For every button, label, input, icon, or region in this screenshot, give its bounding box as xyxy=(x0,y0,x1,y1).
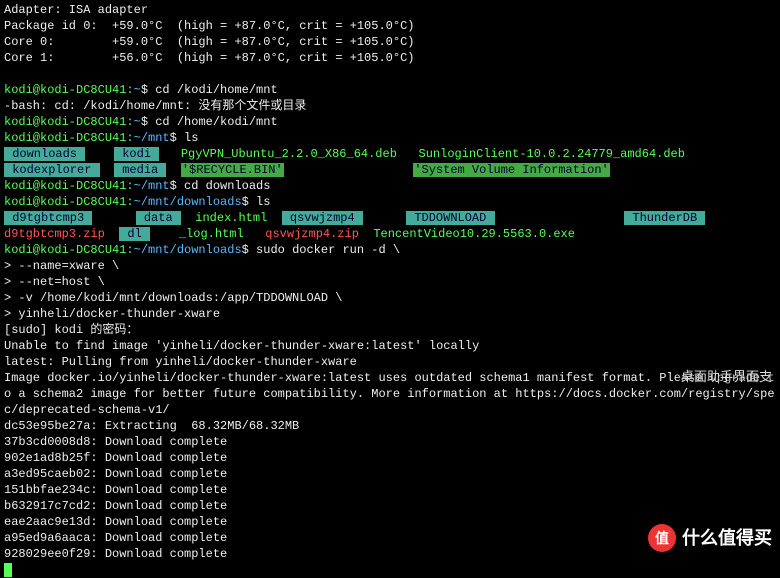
cursor-icon xyxy=(4,563,12,577)
prompt-ls-downloads: kodi@kodi-DC8CU41:~/mnt/downloads$ ls xyxy=(4,194,776,210)
ls-downloads-row1: d9tgbtcmp3 data index.html qsvwjzmp4 TDD… xyxy=(4,210,776,226)
ls-mnt-row2: kodexplorer media '$RECYCLE.BIN' 'System… xyxy=(4,162,776,178)
watermark-icon: 值 xyxy=(648,524,676,552)
pull-extract: dc53e95be27a: Extracting 68.32MB/68.32MB xyxy=(4,418,776,434)
cursor-line[interactable] xyxy=(4,562,776,578)
blank-line xyxy=(4,66,776,82)
pull-layer-5: b632917c7cd2: Download complete xyxy=(4,498,776,514)
watermark-text: 什么值得买 xyxy=(682,530,772,546)
desktop-notification: 桌面助手界面支 xyxy=(679,368,774,386)
docker-arg-name: > --name=xware \ xyxy=(4,258,776,274)
pull-msg-2: latest: Pulling from yinheli/docker-thun… xyxy=(4,354,776,370)
sensor-adapter: Adapter: ISA adapter xyxy=(4,2,776,18)
prompt-ls-mnt: kodi@kodi-DC8CU41:~/mnt$ ls xyxy=(4,130,776,146)
pull-layer-4: 151bbfae234c: Download complete xyxy=(4,482,776,498)
pull-layer-1: 37b3cd0008d8: Download complete xyxy=(4,434,776,450)
prompt-cd-downloads: kodi@kodi-DC8CU41:~/mnt$ cd downloads xyxy=(4,178,776,194)
prompt-cd-home: kodi@kodi-DC8CU41:~$ cd /home/kodi/mnt xyxy=(4,114,776,130)
sensor-core0: Core 0: +59.0°C (high = +87.0°C, crit = … xyxy=(4,34,776,50)
prompt-cd-kodi: kodi@kodi-DC8CU41:~$ cd /kodi/home/mnt xyxy=(4,82,776,98)
error-no-dir: -bash: cd: /kodi/home/mnt: 没有那个文件或目录 xyxy=(4,98,776,114)
docker-arg-image: > yinheli/docker-thunder-xware xyxy=(4,306,776,322)
ls-downloads-row2: d9tgbtcmp3.zip dl _log.html qsvwjzmp4.zi… xyxy=(4,226,776,242)
docker-arg-vol: > -v /home/kodi/mnt/downloads:/app/TDDOW… xyxy=(4,290,776,306)
pull-msg-5: c/deprecated-schema-v1/ xyxy=(4,402,776,418)
pull-msg-4: o a schema2 image for better future comp… xyxy=(4,386,776,402)
sudo-password: [sudo] kodi 的密码： xyxy=(4,322,776,338)
pull-msg-3: Image docker.io/yinheli/docker-thunder-x… xyxy=(4,370,776,386)
sensor-pkg: Package id 0: +59.0°C (high = +87.0°C, c… xyxy=(4,18,776,34)
watermark: 值 什么值得买 xyxy=(648,524,772,552)
prompt-docker-run: kodi@kodi-DC8CU41:~/mnt/downloads$ sudo … xyxy=(4,242,776,258)
docker-arg-net: > --net=host \ xyxy=(4,274,776,290)
pull-layer-3: a3ed95caeb02: Download complete xyxy=(4,466,776,482)
ls-mnt-row1: downloads kodi PgyVPN_Ubuntu_2.2.0_X86_6… xyxy=(4,146,776,162)
sensor-core1: Core 1: +56.0°C (high = +87.0°C, crit = … xyxy=(4,50,776,66)
pull-layer-2: 902e1ad8b25f: Download complete xyxy=(4,450,776,466)
pull-msg-1: Unable to find image 'yinheli/docker-thu… xyxy=(4,338,776,354)
